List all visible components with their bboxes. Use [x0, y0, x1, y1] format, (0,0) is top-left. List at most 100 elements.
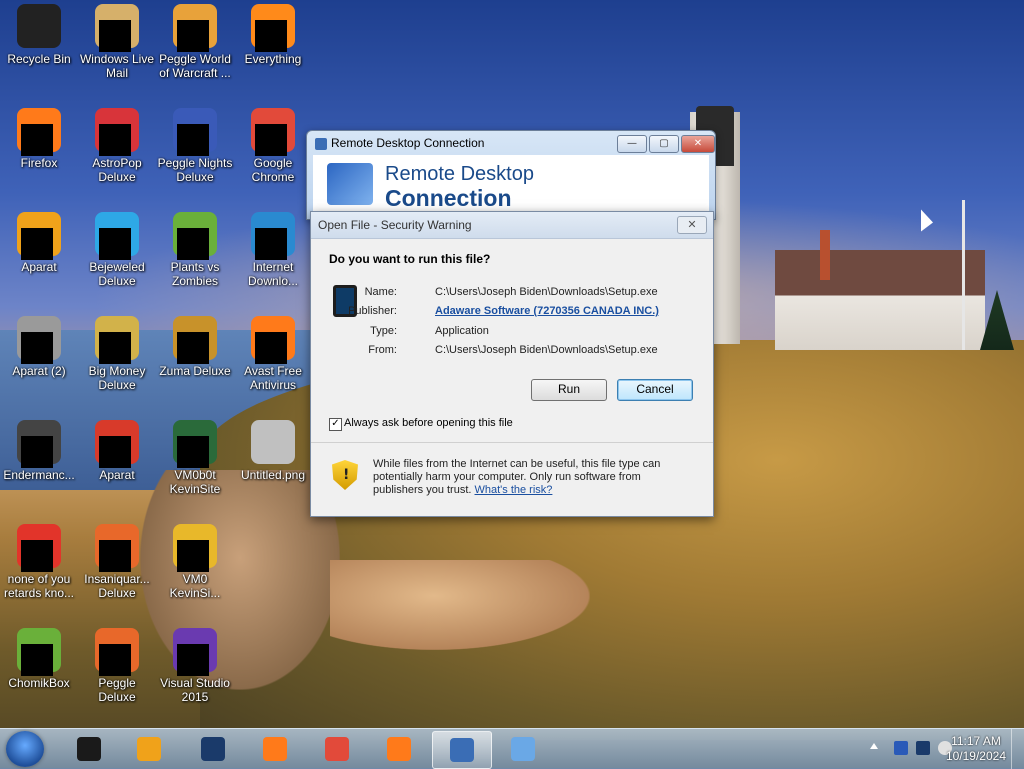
desktop-icon-label: VM0 KevinSi...	[169, 572, 221, 600]
desktop-icon[interactable]: Untitled.png	[235, 420, 311, 482]
desktop-icon[interactable]: Insaniquar... Deluxe	[79, 524, 155, 600]
redaction-box	[99, 332, 131, 364]
recycle-bin-icon	[17, 4, 61, 48]
desktop-icon[interactable]: Bejeweled Deluxe	[79, 212, 155, 288]
avast-icon	[387, 737, 411, 761]
taskbar-button[interactable]	[120, 731, 178, 767]
desktop-icon[interactable]: Aparat	[79, 420, 155, 482]
dialog-title: Open File - Security Warning	[318, 218, 472, 232]
idm-icon	[251, 212, 295, 260]
redaction-box	[177, 644, 209, 676]
desktop-icon[interactable]: Zuma Deluxe	[157, 316, 233, 378]
redaction-box	[21, 436, 53, 468]
clock[interactable]: 11:17 AM 10/19/2024	[946, 734, 1006, 764]
avast-icon	[251, 316, 295, 364]
publisher-link[interactable]: Adaware Software (7270356 CANADA INC.)	[435, 305, 659, 317]
aparat-icon	[17, 212, 61, 260]
network-tray-icon[interactable]	[916, 741, 930, 755]
dialog-question: Do you want to run this file?	[329, 252, 491, 266]
desktop-icon[interactable]: Plants vs Zombies	[157, 212, 233, 288]
desktop-icon[interactable]: VM0 KevinSi...	[157, 524, 233, 600]
desktop-icon[interactable]: Big Money Deluxe	[79, 316, 155, 392]
redaction-box	[255, 332, 287, 364]
big-money-icon	[95, 316, 139, 364]
redaction-box	[177, 332, 209, 364]
desktop-icon-label: Untitled.png	[240, 468, 306, 482]
desktop-icon[interactable]: Internet Downlo...	[235, 212, 311, 288]
redaction-box	[255, 124, 287, 156]
desktop-icon[interactable]: Peggle World of Warcraft ...	[157, 4, 233, 80]
desktop-icon-label: VM0b0t KevinSite	[169, 468, 221, 496]
redaction-box	[21, 540, 53, 572]
visual-studio-icon	[173, 628, 217, 676]
desktop-icon[interactable]: Google Chrome	[235, 108, 311, 184]
zuma-icon	[173, 316, 217, 364]
security-tray-icon[interactable]	[894, 741, 908, 755]
desktop-icon-label: Endermanc...	[3, 468, 75, 482]
minimize-button[interactable]: —	[617, 135, 647, 153]
redaction-box	[177, 124, 209, 156]
chrome-2-icon	[173, 524, 217, 572]
remote-desktop-window[interactable]: Remote Desktop Connection — ▢ ✕ Remote D…	[306, 130, 716, 220]
remote-desktop-title-icon	[315, 138, 327, 150]
desktop-icon-label: Peggle Nights Deluxe	[157, 156, 233, 184]
field-label: Publisher:	[348, 305, 397, 317]
desktop-icon-label: AstroPop Deluxe	[92, 156, 142, 184]
desktop-icon[interactable]: Peggle Deluxe	[79, 628, 155, 704]
taskbar-button[interactable]	[308, 731, 366, 767]
desktop-icon[interactable]: Visual Studio 2015	[157, 628, 233, 704]
whats-the-risk-link[interactable]: What's the risk?	[475, 484, 553, 496]
redaction-box	[255, 228, 287, 260]
desktop-icon-label: Visual Studio 2015	[160, 676, 230, 704]
maximize-button[interactable]: ▢	[649, 135, 679, 153]
redaction-box	[99, 644, 131, 676]
desktop-icon[interactable]: Endermanc...	[1, 420, 77, 482]
desktop-icon-label: Recycle Bin	[7, 52, 71, 66]
show-desktop-button[interactable]	[1011, 729, 1024, 769]
desktop-icon[interactable]: Everything	[235, 4, 311, 66]
field-label: Type:	[370, 325, 397, 337]
desktop-icon[interactable]: Windows Live Mail	[79, 4, 155, 80]
icon-image	[251, 420, 295, 464]
desktop-icon[interactable]: Aparat (2)	[1, 316, 77, 378]
bejeweled-icon	[95, 212, 139, 260]
close-button[interactable]: ✕	[681, 135, 715, 153]
wallpaper-house	[775, 250, 985, 350]
peggle-deluxe-icon	[95, 628, 139, 676]
desktop-icon[interactable]: ChomikBox	[1, 628, 77, 690]
start-button[interactable]	[6, 731, 44, 767]
field-value: Application	[435, 325, 489, 337]
icon-image	[17, 4, 61, 48]
cancel-button[interactable]: Cancel	[617, 379, 693, 401]
desktop-icon[interactable]: Recycle Bin	[1, 4, 77, 66]
desktop-icon-label: Aparat	[21, 260, 57, 274]
desktop-icon[interactable]: Firefox	[1, 108, 77, 170]
desktop-icon[interactable]: none of you retards kno...	[1, 524, 77, 600]
taskbar-button[interactable]	[60, 731, 118, 767]
media-player-icon	[137, 737, 161, 761]
taskbar-button[interactable]	[246, 731, 304, 767]
show-hidden-icons-button[interactable]	[870, 743, 878, 749]
redaction-box	[99, 436, 131, 468]
taskbar-button[interactable]	[184, 731, 242, 767]
dialog-close-button[interactable]: ✕	[677, 216, 707, 234]
redaction-box	[177, 540, 209, 572]
desktop-icon[interactable]: VM0b0t KevinSite	[157, 420, 233, 496]
always-ask-label[interactable]: Always ask before opening this file	[344, 417, 513, 429]
redaction-box	[21, 228, 53, 260]
desktop-icon[interactable]: AstroPop Deluxe	[79, 108, 155, 184]
opera-icon	[17, 524, 61, 572]
taskbar-button[interactable]	[432, 731, 492, 769]
peggle-icon	[173, 4, 217, 52]
desktop-icon-label: Internet Downlo...	[247, 260, 299, 288]
taskbar-button[interactable]	[370, 731, 428, 767]
run-button[interactable]: Run	[531, 379, 607, 401]
always-ask-checkbox[interactable]: ✓	[329, 418, 342, 431]
security-warning-dialog[interactable]: Open File - Security Warning ✕ Do you wa…	[310, 211, 714, 517]
desktop-icon[interactable]: Peggle Nights Deluxe	[157, 108, 233, 184]
desktop-icon[interactable]: Aparat	[1, 212, 77, 274]
desktop-icon[interactable]: Avast Free Antivirus	[235, 316, 311, 392]
insaniquarium-icon	[95, 524, 139, 572]
taskbar-button[interactable]	[494, 731, 552, 767]
desktop-icon-label: Firefox	[20, 156, 58, 170]
